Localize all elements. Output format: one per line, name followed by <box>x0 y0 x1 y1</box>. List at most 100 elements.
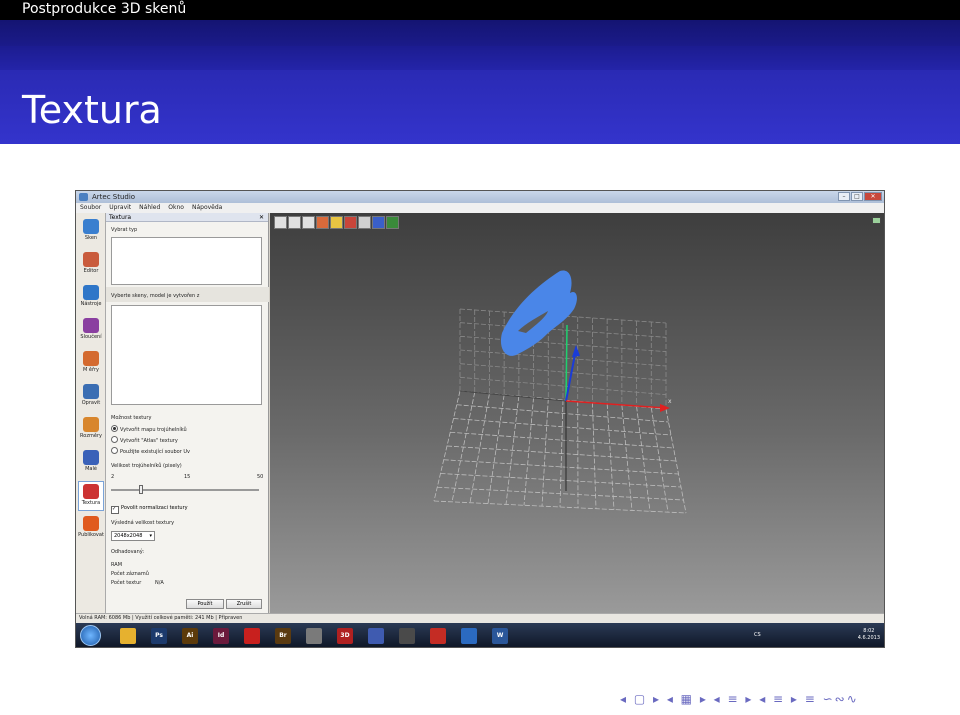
tool-5[interactable]: M ěřry <box>78 349 104 379</box>
menu-bar: Soubor Upravit Náhled Okno Nápověda <box>76 203 884 213</box>
section-title: Postprodukce 3D skenů <box>0 0 960 20</box>
tool-7[interactable]: Rozměry <box>78 415 104 445</box>
frame-title: Textura <box>0 70 960 144</box>
tool-9[interactable]: Textura <box>78 481 104 511</box>
window-controls: – □ ✕ <box>838 192 882 201</box>
clock-time: 8:02 <box>863 628 875 634</box>
tool-label: Opravit <box>81 400 101 406</box>
taskbar-app-icon[interactable] <box>120 628 136 644</box>
navigation-band <box>0 20 960 46</box>
tool-icon <box>83 484 99 499</box>
tool-icon <box>83 384 99 399</box>
tool-label: Editor <box>83 268 99 274</box>
panel-title: Textura <box>109 214 132 221</box>
x-axis-label: x <box>668 398 672 405</box>
windows-taskbar: CS 8:02 4.6.2013 Ps Ai Id Br 3D W <box>76 623 884 647</box>
ground-grid <box>433 308 687 514</box>
tool-label: M ěřry <box>83 367 99 373</box>
x-axis-negative <box>459 390 567 402</box>
texture-size-select[interactable]: 2048x2048 <box>111 531 155 541</box>
taskbar-app-icon[interactable]: Ai <box>182 628 198 644</box>
app-icon <box>79 193 88 201</box>
window-title: Artec Studio <box>92 193 136 201</box>
system-clock[interactable]: 8:02 4.6.2013 <box>858 628 880 642</box>
tool-icon <box>83 318 99 333</box>
taskbar-app-icon[interactable] <box>430 628 446 644</box>
3d-viewport[interactable]: x <box>270 213 884 613</box>
start-button[interactable] <box>80 625 101 646</box>
radio-uv-file[interactable]: Použijte existující soubor Uv <box>111 447 190 455</box>
scan-list[interactable] <box>111 305 262 405</box>
estimated-label: Odhadovaný: <box>111 549 145 555</box>
maximize-icon[interactable]: □ <box>851 192 863 201</box>
select-scans-label: Vyberte skeny, model je vytvořen z <box>111 293 200 299</box>
tool-label: Rozměry <box>80 433 102 439</box>
subsection-band <box>0 46 960 70</box>
menu-edit[interactable]: Upravit <box>109 203 131 213</box>
texture-size-label: Výsledná velikost textury <box>111 520 175 526</box>
tool-10[interactable]: Publikovat <box>78 514 104 544</box>
texture-count-label: Počet textur <box>111 580 142 586</box>
tool-sidebar: Sken Editor Nástroje Sloučení M ěřry Opravit R… <box>76 213 106 613</box>
radio-atlas[interactable]: Vytvořit "Atlas" textury <box>111 436 178 444</box>
taskbar-app-icon[interactable]: 3D <box>337 628 353 644</box>
tool-label: Malé <box>85 466 97 472</box>
apply-button[interactable]: Použít <box>186 599 224 609</box>
triangle-size-label: Velikost trojúhelníků (pixely) <box>111 463 182 469</box>
z-axis <box>565 348 577 402</box>
tool-2[interactable]: Editor <box>78 250 104 280</box>
tool-label: Nástroje <box>80 301 102 307</box>
tool-4[interactable]: Sloučení <box>78 316 104 346</box>
menu-window[interactable]: Okno <box>168 203 184 213</box>
type-list[interactable] <box>111 237 262 285</box>
scanned-mesh <box>500 270 577 356</box>
tool-1[interactable]: Sken <box>78 217 104 247</box>
tool-icon <box>83 219 99 234</box>
panel-close-icon[interactable]: ✕ <box>259 213 264 222</box>
menu-file[interactable]: Soubor <box>80 203 101 213</box>
snapshots-label: Počet záznamů <box>111 571 149 577</box>
taskbar-app-icon[interactable] <box>399 628 415 644</box>
taskbar-app-icon[interactable]: W <box>492 628 508 644</box>
y-axis <box>565 324 568 402</box>
tool-icon <box>83 252 99 267</box>
choose-type-label: Vybrat typ <box>111 227 138 233</box>
taskbar-app-icon[interactable]: Ps <box>151 628 167 644</box>
tool-3[interactable]: Nástroje <box>78 283 104 313</box>
radio-triangle-map[interactable]: Vytvořit mapu trojúhelníků <box>111 425 187 433</box>
menu-help[interactable]: Nápověda <box>192 203 222 213</box>
tool-label: Publikovat <box>78 532 104 538</box>
normalize-checkbox[interactable]: Povolit normalizaci textury <box>111 505 188 514</box>
tool-label: Sken <box>84 235 98 241</box>
window-title-bar: Artec Studio <box>76 191 884 203</box>
tool-icon <box>83 516 99 531</box>
taskbar-app-icon[interactable] <box>461 628 477 644</box>
slider-mid: 15 <box>184 474 191 480</box>
triangle-size-slider-thumb[interactable] <box>139 485 143 494</box>
slider-max: 50 <box>257 474 264 480</box>
tool-label: Textura <box>81 500 101 506</box>
texture-count-value: N/A <box>155 580 164 586</box>
beamer-navigation[interactable]: ◂ ▢ ▸ ◂ ▦ ▸ ◂ ≡ ▸ ◂ ≡ ▸ ≡ ∽∾∿ <box>620 692 859 706</box>
x-axis-arrowhead <box>660 404 670 412</box>
tool-6[interactable]: Opravit <box>78 382 104 412</box>
tool-label: Sloučení <box>80 334 102 340</box>
tool-icon <box>83 285 99 300</box>
taskbar-app-icon[interactable] <box>368 628 384 644</box>
tool-8[interactable]: Malé <box>78 448 104 478</box>
taskbar-app-icon[interactable]: Id <box>213 628 229 644</box>
slider-min: 2 <box>111 474 115 480</box>
close-icon[interactable]: ✕ <box>864 192 882 201</box>
slide: Postprodukce 3D skenů Textura Artec Stud… <box>0 0 960 715</box>
menu-view[interactable]: Náhled <box>139 203 160 213</box>
taskbar-app-icon[interactable] <box>306 628 322 644</box>
cancel-button[interactable]: Zrušit <box>226 599 262 609</box>
tool-icon <box>83 351 99 366</box>
taskbar-app-icon[interactable]: Br <box>275 628 291 644</box>
language-indicator[interactable]: CS <box>754 632 761 638</box>
status-bar: Volná RAM: 6086 Mb | Využití celkové pam… <box>76 613 884 623</box>
minimize-icon[interactable]: – <box>838 192 850 201</box>
triangle-size-slider-track[interactable] <box>111 489 259 491</box>
texture-options-label: Možnost textury <box>111 415 152 421</box>
taskbar-app-icon[interactable] <box>244 628 260 644</box>
